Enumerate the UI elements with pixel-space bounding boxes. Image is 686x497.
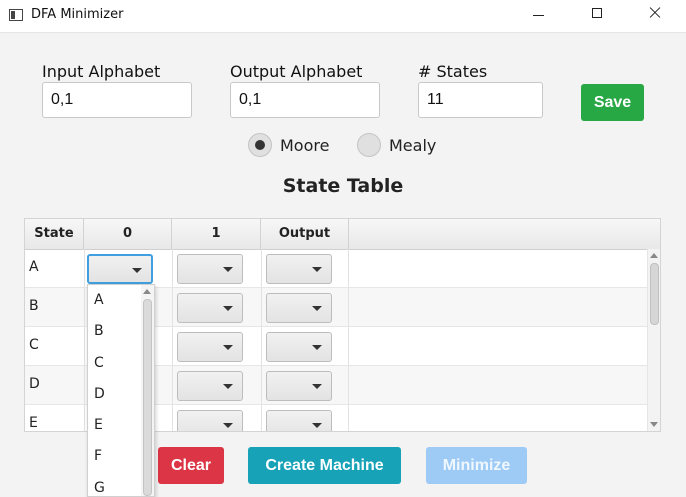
dropdown-option[interactable]: F bbox=[94, 448, 102, 464]
output-combobox[interactable] bbox=[266, 410, 332, 431]
chevron-down-icon bbox=[223, 306, 233, 311]
save-button[interactable]: Save bbox=[581, 84, 644, 121]
window-maximize-button[interactable] bbox=[574, 0, 620, 31]
table-header: State 0 1 Output bbox=[25, 219, 660, 250]
dropdown-option[interactable]: A bbox=[94, 292, 104, 308]
scroll-up-icon[interactable] bbox=[143, 289, 151, 294]
scroll-up-icon[interactable] bbox=[650, 253, 658, 258]
state-cell: B bbox=[29, 298, 39, 314]
chevron-down-icon bbox=[312, 267, 322, 272]
window-title: DFA Minimizer bbox=[31, 7, 124, 22]
state-cell: E bbox=[29, 415, 38, 431]
column-header-1[interactable]: 1 bbox=[172, 219, 261, 249]
transition-dropdown-list: A B C D E F G bbox=[87, 284, 155, 497]
maximize-icon bbox=[592, 8, 602, 18]
moore-radio-label: Moore bbox=[280, 136, 330, 155]
transition-1-combobox[interactable] bbox=[177, 332, 243, 362]
output-combobox[interactable] bbox=[266, 254, 332, 284]
dropdown-option[interactable]: C bbox=[94, 355, 104, 371]
chevron-down-icon bbox=[223, 345, 233, 350]
transition-1-combobox[interactable] bbox=[177, 371, 243, 401]
chevron-down-icon bbox=[312, 423, 322, 428]
app-icon bbox=[9, 9, 23, 21]
minimize-button[interactable]: Minimize bbox=[426, 447, 527, 484]
window-close-button[interactable] bbox=[632, 0, 678, 31]
state-cell: A bbox=[29, 259, 39, 275]
chevron-down-icon bbox=[223, 384, 233, 389]
radio-selected-icon bbox=[248, 133, 272, 157]
chevron-down-icon bbox=[312, 345, 322, 350]
scrollbar-thumb[interactable] bbox=[143, 299, 152, 496]
output-alphabet-label: Output Alphabet bbox=[230, 62, 363, 81]
output-combobox[interactable] bbox=[266, 371, 332, 401]
title-bar: DFA Minimizer bbox=[0, 0, 686, 33]
column-header-0[interactable]: 0 bbox=[84, 219, 172, 249]
radio-unselected-icon bbox=[357, 133, 381, 157]
output-combobox[interactable] bbox=[266, 293, 332, 323]
input-alphabet-label: Input Alphabet bbox=[42, 62, 161, 81]
output-alphabet-field[interactable] bbox=[230, 82, 380, 118]
dropdown-option[interactable]: B bbox=[94, 323, 104, 339]
num-states-field[interactable] bbox=[418, 82, 543, 118]
num-states-label: # States bbox=[418, 62, 488, 81]
column-header-output[interactable]: Output bbox=[261, 219, 349, 249]
chevron-down-icon bbox=[223, 423, 233, 428]
table-row: A bbox=[25, 249, 647, 288]
minimize-icon bbox=[533, 15, 544, 16]
chevron-down-icon bbox=[312, 384, 322, 389]
create-machine-button[interactable]: Create Machine bbox=[248, 447, 401, 484]
state-cell: C bbox=[29, 337, 39, 353]
mealy-radio-label: Mealy bbox=[389, 136, 437, 155]
input-alphabet-field[interactable] bbox=[42, 82, 192, 118]
scroll-down-icon[interactable] bbox=[650, 422, 658, 427]
transition-1-combobox[interactable] bbox=[177, 410, 243, 431]
table-scrollbar[interactable] bbox=[647, 249, 660, 431]
transition-1-combobox[interactable] bbox=[177, 293, 243, 323]
dropdown-scrollbar[interactable] bbox=[141, 285, 154, 496]
state-table-title: State Table bbox=[282, 175, 404, 197]
state-cell: D bbox=[29, 376, 40, 392]
scrollbar-thumb[interactable] bbox=[650, 263, 659, 325]
dropdown-option[interactable]: D bbox=[94, 386, 105, 402]
column-header-state[interactable]: State bbox=[25, 219, 84, 249]
dropdown-option[interactable]: G bbox=[94, 480, 105, 496]
transition-1-combobox[interactable] bbox=[177, 254, 243, 284]
dropdown-option[interactable]: E bbox=[94, 417, 103, 433]
clear-button[interactable]: Clear bbox=[158, 447, 224, 484]
chevron-down-icon bbox=[132, 268, 142, 273]
transition-0-combobox[interactable] bbox=[87, 254, 153, 284]
output-combobox[interactable] bbox=[266, 332, 332, 362]
chevron-down-icon bbox=[312, 306, 322, 311]
chevron-down-icon bbox=[223, 267, 233, 272]
window-minimize-button[interactable] bbox=[516, 0, 562, 31]
